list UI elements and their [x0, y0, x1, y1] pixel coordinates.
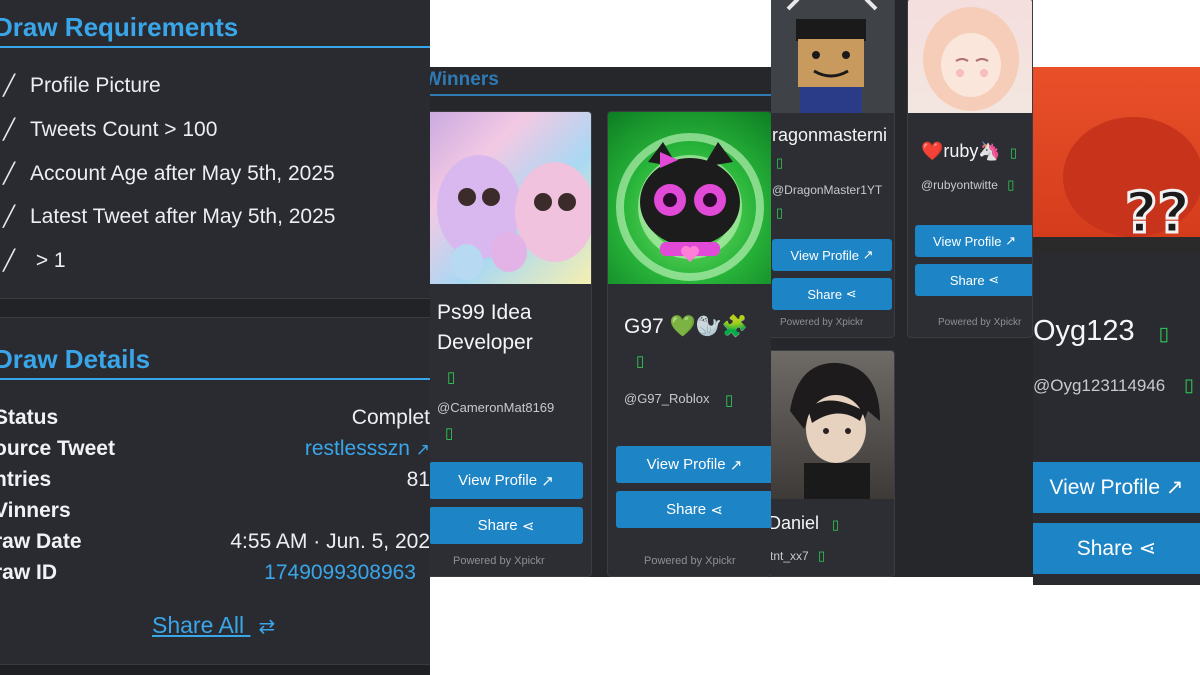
winner-name: ❤️ruby🦄 ▯	[921, 141, 1018, 161]
powered-by: Powered by Xpickr	[644, 555, 736, 567]
requirement-item: ╱ Account Age after May 5th, 2025	[0, 161, 335, 186]
check-icon: ╱	[2, 206, 16, 228]
winner-card: ragonmasterni ▯ @DragonMaster1YT ▯ View …	[771, 0, 895, 338]
winner-card: Ps99 Idea Developer ▯ @CameronMat8169 ▯ …	[430, 111, 592, 577]
winner-name: Oyg123 ▯	[1033, 315, 1170, 347]
share-button[interactable]: Share ⋖	[772, 278, 892, 310]
winner-name: ragonmasterni	[772, 125, 888, 145]
winner-avatar	[771, 0, 894, 113]
share-button[interactable]: Share ⋖	[915, 264, 1032, 296]
requirement-item: ╱ Latest Tweet after May 5th, 2025	[0, 204, 336, 229]
powered-by: Powered by Xpickr	[938, 317, 1022, 328]
view-profile-button[interactable]: View Profile ↗	[616, 446, 771, 483]
winner-card-large: ?? Oyg123 ▯ @Oyg123114946 ▯ View Profile…	[1033, 67, 1200, 585]
winners-heading: Winners	[430, 69, 499, 90]
source-tweet-link[interactable]: restlessszn ↗	[305, 437, 430, 461]
details-title: Draw Details	[0, 344, 151, 374]
winner-handle: @Oyg123114946 ▯	[1033, 375, 1194, 396]
share-icon: ⋖	[710, 501, 723, 519]
share-button[interactable]: Share ⋖	[430, 507, 583, 544]
view-profile-button[interactable]: View Profile ↗	[915, 225, 1032, 257]
winner-card: G97 💚🦭🧩 ▯ @G97_Roblox ▯ View Profile ↗ S…	[607, 111, 772, 577]
clipboard-icon[interactable]: ▯	[776, 155, 783, 171]
svg-text:??: ??	[1125, 181, 1190, 246]
winners-panel-partial: ragonmasterni ▯ @DragonMaster1YT ▯ View …	[771, 0, 1033, 577]
winner-avatar: ??	[1033, 67, 1200, 253]
winner-name: Ps99 Idea Developer	[437, 301, 533, 354]
clipboard-icon[interactable]: ▯	[636, 352, 644, 370]
clipboard-icon[interactable]: ▯	[1007, 177, 1014, 193]
check-icon: ╱	[2, 119, 16, 141]
powered-by: Powered by Xpickr	[453, 555, 545, 567]
external-link-icon: ↗	[1005, 233, 1016, 248]
share-button[interactable]: Share ⋖	[616, 491, 771, 528]
winner-card: ❤️ruby🦄 ▯ @rubyontwitte ▯ View Profile ↗…	[907, 0, 1033, 338]
requirement-item: ╱ Tweets Count > 100	[0, 117, 217, 142]
winners-panel: Winners Ps99 Idea Developer ▯ @CameronMa…	[430, 67, 772, 577]
external-link-icon: ↗	[541, 472, 554, 490]
share-icon: ⋖	[988, 272, 1000, 287]
winner-card: Daniel ▯ tnt_xx7 ▯	[771, 350, 895, 577]
clipboard-icon[interactable]: ▯	[725, 391, 733, 409]
clipboard-icon[interactable]: ▯	[832, 517, 839, 533]
winner-handle: @CameronMat8169	[437, 400, 555, 415]
external-link-icon: ↗	[729, 456, 743, 474]
check-icon: ╱	[2, 163, 16, 185]
requirements-divider	[0, 46, 430, 48]
winners-divider	[430, 94, 772, 96]
section-separator	[0, 298, 430, 318]
external-link-icon: ↗	[862, 247, 874, 262]
external-link-icon: ↗	[1165, 476, 1184, 499]
share-icon: ⋖	[1138, 537, 1157, 560]
winner-avatar	[608, 112, 771, 284]
clipboard-icon[interactable]: ▯	[447, 368, 455, 386]
draw-summary-panel: Draw Requirements ╱ Profile Picture ╱ Tw…	[0, 0, 430, 675]
clipboard-icon[interactable]: ▯	[445, 424, 453, 442]
winner-name: Daniel ▯	[771, 513, 840, 533]
panel-footer	[0, 664, 430, 675]
requirement-item: ╱ > 1	[0, 248, 66, 273]
clipboard-icon[interactable]: ▯	[776, 205, 783, 221]
check-icon: ╱	[2, 75, 16, 97]
winner-handle: @DragonMaster1YT	[772, 183, 883, 197]
view-profile-button[interactable]: View Profile ↗	[772, 239, 892, 271]
share-icon: ⋖	[845, 286, 857, 301]
retweet-icon: ⇄	[258, 616, 276, 638]
clipboard-icon[interactable]: ▯	[1010, 145, 1017, 161]
requirements-title: Draw Requirements	[0, 12, 239, 42]
details-divider	[0, 378, 430, 380]
winner-avatar	[908, 0, 1032, 113]
requirement-item: ╱ Profile Picture	[0, 73, 161, 98]
clipboard-icon[interactable]: ▯	[1159, 323, 1169, 346]
draw-id-link[interactable]: 1749099308963	[264, 561, 416, 585]
view-profile-button[interactable]: View Profile ↗	[1033, 462, 1200, 513]
clipboard-icon[interactable]: ▯	[818, 548, 825, 564]
view-profile-button[interactable]: View Profile ↗	[430, 462, 583, 499]
share-button[interactable]: Share ⋖	[1033, 523, 1200, 574]
check-icon: ╱	[2, 250, 16, 272]
external-link-icon: ↗	[415, 440, 430, 459]
winner-name: G97 💚🦭🧩	[624, 315, 748, 338]
share-icon: ⋖	[521, 517, 535, 535]
winner-handle: tnt_xx7 ▯	[771, 548, 826, 564]
share-all-link[interactable]: Share All ⇄	[152, 612, 275, 639]
winner-avatar	[771, 351, 894, 499]
winner-handle: @G97_Roblox	[624, 391, 710, 406]
clipboard-icon[interactable]: ▯	[1184, 375, 1194, 396]
winner-handle: @rubyontwitte ▯	[921, 177, 1015, 193]
powered-by: Powered by Xpickr	[780, 317, 864, 328]
winner-avatar	[430, 112, 591, 284]
